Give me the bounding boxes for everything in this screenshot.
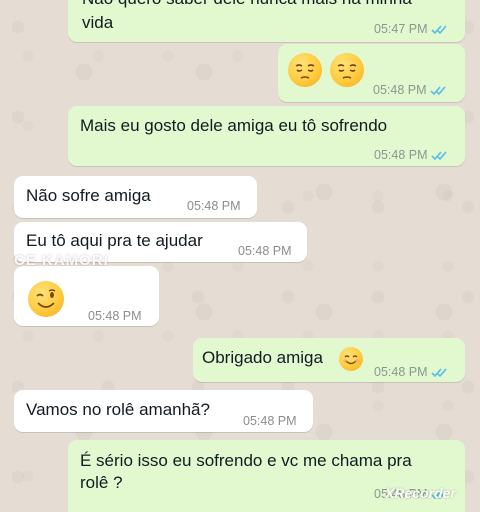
message-bubble-outgoing[interactable]: Mais eu gosto dele amiga eu tô sofrendo … <box>68 106 465 166</box>
message-bubble-outgoing[interactable]: Obrigado amiga 05:48 PM <box>193 338 465 382</box>
message-meta: 05:48 PM <box>88 305 142 327</box>
message-time: 05:48 PM <box>238 244 292 258</box>
message-bubble-incoming[interactable]: Vamos no rolê amanhã? 05:48 PM <box>14 390 313 432</box>
message-bubble-outgoing[interactable]: É sério isso eu sofrendo e vc me chama p… <box>68 440 465 512</box>
message-text: Mais eu gosto dele amiga eu tô sofrendo <box>80 116 388 135</box>
read-ticks-icon <box>430 24 447 34</box>
smiling-face-emoji <box>339 347 363 371</box>
pensive-face-emoji <box>288 53 322 87</box>
message-bubble-outgoing[interactable]: Não quero saber dele nunca mais na minha… <box>68 0 465 42</box>
message-text: Obrigado amiga <box>202 348 323 367</box>
pensive-face-emoji <box>330 53 364 87</box>
read-ticks-icon <box>429 85 446 95</box>
message-meta: 05:48 PM <box>187 195 241 217</box>
watermark-subtitle: @conversasemdiretas <box>22 272 102 281</box>
message-time: 05:47 PM <box>374 22 428 36</box>
message-meta: 05:48 PM <box>373 79 447 101</box>
message-bubble-incoming[interactable]: Não sofre amiga 05:48 PM <box>14 176 257 218</box>
message-text: Vamos no rolê amanhã? <box>26 400 210 419</box>
watermark-title: CE KAMORI <box>14 252 109 269</box>
message-time: 05:48 PM <box>373 83 427 97</box>
message-time: 05:48 PM <box>187 199 241 213</box>
message-text: Eu tô aqui pra te ajudar <box>26 231 203 250</box>
message-meta: 05:48 PM <box>238 240 292 262</box>
message-text: Não sofre amiga <box>26 186 151 205</box>
message-text-line2: rolê ? <box>80 473 123 492</box>
message-meta: 05:48 PM <box>243 410 297 432</box>
message-text-line1: É sério isso eu sofrendo e vc me chama p… <box>80 451 412 470</box>
message-text-line2: vida <box>82 13 114 32</box>
recorder-watermark: XRecorder <box>385 485 456 501</box>
message-time: 05:48 PM <box>374 148 428 162</box>
read-ticks-icon <box>430 150 447 160</box>
message-text-line1: Não quero saber dele nunca mais na minha <box>82 0 412 10</box>
message-meta: 05:48 PM <box>374 144 448 166</box>
message-bubble-outgoing[interactable]: 05:48 PM <box>278 44 465 102</box>
winking-face-emoji <box>28 281 64 317</box>
message-meta: 05:47 PM <box>374 18 448 40</box>
message-time: 05:48 PM <box>88 309 142 323</box>
read-ticks-icon <box>430 367 447 377</box>
message-meta: 05:48 PM <box>374 361 448 383</box>
message-time: 05:48 PM <box>243 414 297 428</box>
message-time: 05:48 PM <box>374 365 428 379</box>
